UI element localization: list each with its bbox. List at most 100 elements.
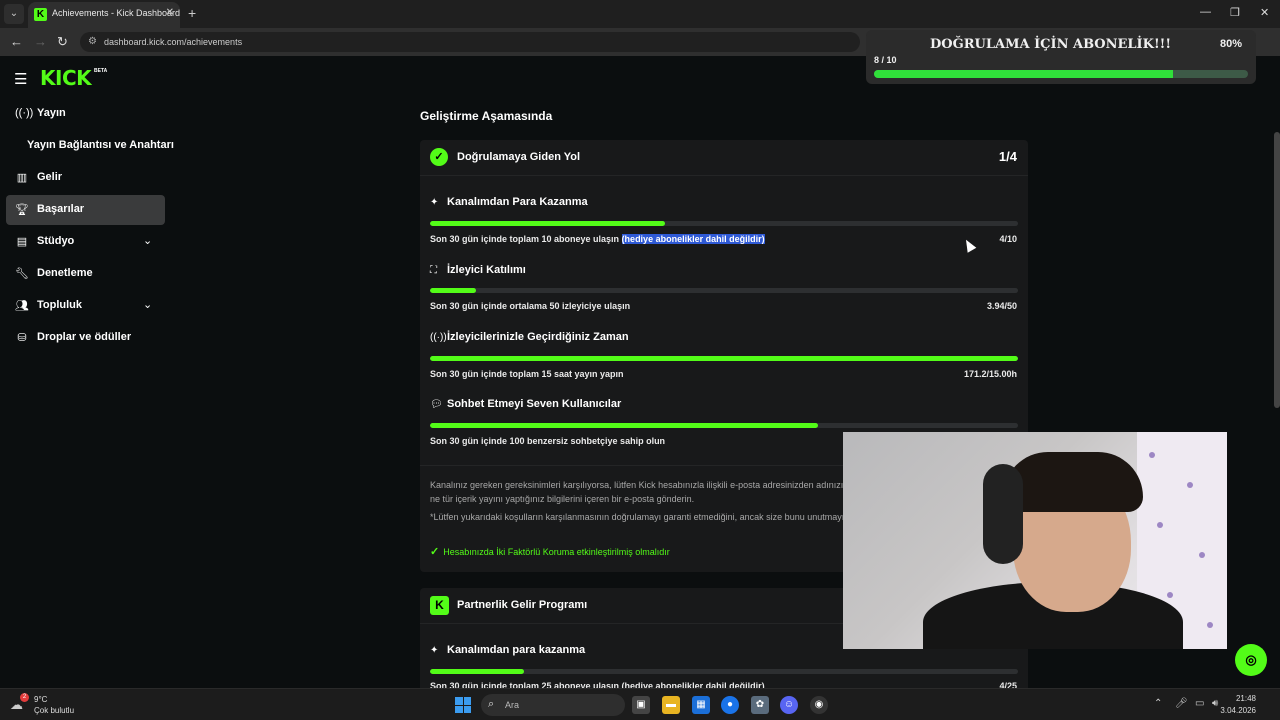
file-explorer-icon[interactable]: ▬ <box>662 696 680 714</box>
check-icon: ✓ <box>430 546 440 558</box>
section-title: Geliştirme Aşamasında <box>420 109 553 123</box>
curtain-pattern <box>1167 592 1173 598</box>
curtain-pattern <box>1187 482 1193 488</box>
sidebar-label: Başarılar <box>37 203 85 215</box>
sparkle-icon: ✦ <box>430 197 439 208</box>
sidebar-item-gelir[interactable]: ▥ Gelir <box>6 163 165 193</box>
volume-icon[interactable]: 🔊︎ <box>1212 698 1218 709</box>
community-icon: 👥︎ <box>15 300 29 312</box>
chart-icon: ▥ <box>16 172 28 184</box>
notification-badge: 2 <box>20 693 29 702</box>
sidebar-item-studyo[interactable]: ▤ Stüdyo ⌄ <box>6 227 165 257</box>
clock-date[interactable]: 3.04.2026 <box>1220 706 1256 715</box>
chevron-down-icon[interactable]: ⌄ <box>143 234 152 247</box>
tab-search-button[interactable]: ⌄ <box>4 4 24 24</box>
goal-title: DOĞRULAMA İÇİN ABONELİK!!! <box>930 37 1172 52</box>
chrome-icon[interactable]: ● <box>721 696 739 714</box>
sidebar-item-stream-key[interactable]: Yayın Bağlantısı ve Anahtarı <box>6 131 174 161</box>
sidebar-label: Yayın <box>37 107 66 119</box>
two-factor-text: Hesabınızda İki Faktörlü Koruma etkinleş… <box>443 547 670 557</box>
taskbar-search[interactable]: ⌕ Ara <box>481 694 625 716</box>
browser-tabbar: ⌄ K Achievements - Kick Dashboard ✕ + — … <box>0 0 1280 28</box>
weather-desc[interactable]: Çok bulutlu <box>34 706 74 715</box>
chat-icon: 💬︎ <box>430 399 443 410</box>
requirement-value: 3.94/50 <box>986 301 1017 311</box>
store-icon[interactable]: ▦ <box>692 696 710 714</box>
sidebar-label: Stüdyo <box>37 235 75 247</box>
new-tab-icon[interactable]: + <box>188 5 196 21</box>
viewers-icon: ⛶ <box>430 265 437 276</box>
app-icon[interactable]: ◉ <box>810 696 828 714</box>
discord-icon[interactable]: ☺ <box>780 696 798 714</box>
sidebar-label: Droplar ve ödüller <box>37 331 132 343</box>
sidebar-item-topluluk[interactable]: 👥︎ Topluluk ⌄ <box>6 291 165 321</box>
close-tab-icon[interactable]: ✕ <box>166 7 174 18</box>
requirement-desc: Son 30 gün içinde 100 benzersiz sohbetçi… <box>430 436 666 446</box>
studio-icon: ▤ <box>16 236 28 248</box>
microphone-icon[interactable]: 🎤︎ <box>1175 698 1188 709</box>
broadcast-icon: ((·)) <box>15 107 34 119</box>
restore-icon[interactable]: ❐ <box>1230 6 1240 19</box>
requirement-title: Kanalımdan para kazanma <box>447 644 586 656</box>
sidebar-label: Topluluk <box>37 299 83 311</box>
start-button[interactable] <box>455 697 471 713</box>
address-bar[interactable]: ⚙ dashboard.kick.com/achievements <box>80 32 860 52</box>
close-window-icon[interactable]: ✕ <box>1260 6 1269 19</box>
wrench-icon: 🔧︎ <box>15 268 29 280</box>
sidebar-label: Yayın Bağlantısı ve Anahtarı <box>27 139 174 151</box>
beta-tag: BETA <box>94 68 108 74</box>
sidebar-item-basarilar[interactable]: 🏆︎ Başarılar <box>6 195 165 225</box>
goal-percent: 80% <box>1219 38 1242 50</box>
network-icon[interactable]: ▭ <box>1195 698 1204 709</box>
sidebar-item-denetleme[interactable]: 🔧︎ Denetleme <box>6 259 165 289</box>
menu-icon[interactable]: ☰ <box>14 70 27 88</box>
subscription-goal-overlay: DOĞRULAMA İÇİN ABONELİK!!! 80% 8 / 10 <box>866 30 1256 84</box>
curtain-pattern <box>1149 452 1155 458</box>
drops-icon: ⛁ <box>17 332 27 344</box>
reload-icon[interactable]: ↻ <box>57 34 68 50</box>
person-hair <box>1003 452 1143 512</box>
curtain-pattern <box>1199 552 1205 558</box>
sidebar-item-yayin[interactable]: ((·)) Yayın <box>6 99 165 129</box>
requirement-progress-fill <box>430 356 1018 361</box>
info-text: Kanalınız gereken gereksinimleri karşılı… <box>430 480 856 504</box>
requirement-progress-fill <box>430 288 477 293</box>
clock-time[interactable]: 21:48 <box>1236 694 1256 703</box>
forward-icon[interactable]: → <box>34 34 47 49</box>
browser-tab[interactable]: K Achievements - Kick Dashboard ✕ <box>28 2 180 28</box>
selected-text[interactable]: (hediye abonelikler dahil değildir) <box>621 234 765 244</box>
goal-progress-fill <box>874 70 1174 78</box>
trophy-icon: 🏆︎ <box>15 204 29 216</box>
sidebar-label: Gelir <box>37 171 63 183</box>
kick-icon: K <box>430 596 449 615</box>
support-chat-button[interactable]: ◎ <box>1235 644 1267 676</box>
goal-progress-bar <box>874 70 1248 78</box>
site-info-icon[interactable]: ⚙ <box>88 36 97 47</box>
chevron-up-icon[interactable]: ⌃ <box>1154 698 1162 709</box>
card-header[interactable]: ✓ Doğrulamaya Giden Yol 1/4 <box>420 140 1028 176</box>
chevron-down-icon[interactable]: ⌄ <box>143 298 152 311</box>
card-title: Partnerlik Gelir Programı <box>457 599 588 611</box>
requirement-progress-bar <box>430 221 1018 226</box>
requirement-title: İzleyicilerinizle Geçirdiğiniz Zaman <box>447 331 629 343</box>
sidebar-label: Denetleme <box>37 267 93 279</box>
weather-temp[interactable]: 9°C <box>34 695 47 704</box>
requirement-progress-bar <box>430 288 1018 293</box>
broadcast-icon: ((·)) <box>430 332 447 343</box>
app-icon[interactable]: ✿ <box>751 696 769 714</box>
windows-taskbar: ☁ 2 9°C Çok bulutlu ⌕ Ara ▣ ▬ ▦ ● ✿ ☺ ◉ … <box>0 688 1280 720</box>
back-icon[interactable]: ← <box>10 34 23 49</box>
kick-logo[interactable]: KICK <box>40 66 92 90</box>
requirement-title: Kanalımdan Para Kazanma <box>447 196 588 208</box>
requirement-desc: Son 30 gün içinde toplam 10 aboneye ulaş… <box>430 234 765 244</box>
sidebar-item-droplar[interactable]: ⛁ Droplar ve ödüller <box>6 323 165 353</box>
tab-title: Achievements - Kick Dashboard <box>52 8 181 18</box>
requirement-progress-bar <box>430 356 1018 361</box>
requirement-desc: Son 30 gün içinde ortalama 50 izleyiciye… <box>430 301 631 311</box>
card-count: 1/4 <box>998 149 1017 164</box>
requirement-progress-bar <box>430 669 1018 674</box>
requirement-value: 171.2/15.00h <box>963 369 1017 379</box>
scrollbar[interactable] <box>1274 132 1280 408</box>
minimize-icon[interactable]: — <box>1200 6 1211 18</box>
task-view-icon[interactable]: ▣ <box>632 696 650 714</box>
